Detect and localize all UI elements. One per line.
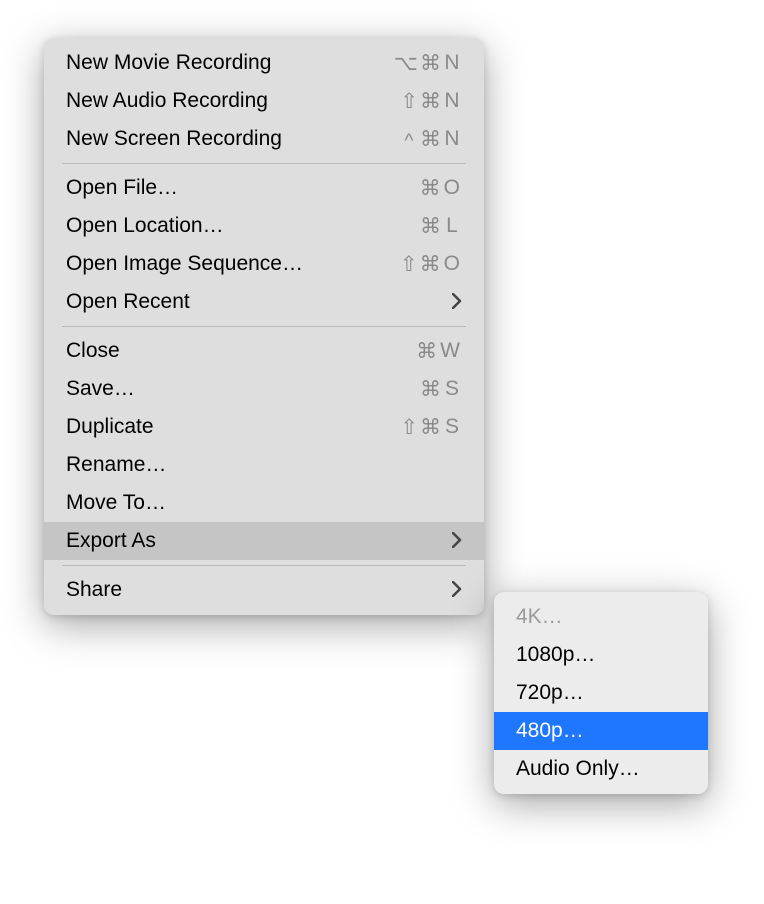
menu-item-open-location[interactable]: Open Location… ⌘ L [44,207,484,245]
menu-item-shortcut: ⇧⌘ O [400,252,462,277]
chevron-right-icon [452,577,462,603]
menu-item-label: Close [66,339,416,363]
submenu-item-480p[interactable]: 480p… [494,712,708,750]
menu-item-label: Rename… [66,453,462,477]
menu-item-new-audio-recording[interactable]: New Audio Recording ⇧⌘ N [44,82,484,120]
menu-item-shortcut: ⇧⌘ N [400,89,462,114]
menu-item-new-movie-recording[interactable]: New Movie Recording ⌥⌘ N [44,44,484,82]
menu-item-shortcut: ⌘ L [420,214,462,239]
submenu-item-4k: 4K… [494,598,708,636]
menu-item-shortcut: ⌘ S [420,377,462,402]
menu-item-shortcut: ^ ⌘ N [401,127,462,152]
menu-item-label: Export As [66,529,446,553]
menu-item-label: Open File… [66,176,420,200]
chevron-right-icon [452,289,462,315]
menu-item-label: 4K… [516,605,686,629]
menu-separator [62,326,466,327]
menu-item-shortcut: ⌘ O [420,176,462,201]
menu-item-label: Duplicate [66,415,400,439]
menu-item-export-as[interactable]: Export As [44,522,484,560]
menu-item-close[interactable]: Close ⌘ W [44,332,484,370]
menu-item-label: 1080p… [516,643,686,667]
menu-item-label: Open Image Sequence… [66,252,400,276]
menu-item-rename[interactable]: Rename… [44,446,484,484]
file-menu: New Movie Recording ⌥⌘ N New Audio Recor… [44,38,484,615]
menu-item-label: New Audio Recording [66,89,400,113]
submenu-item-audio-only[interactable]: Audio Only… [494,750,708,788]
menu-item-label: New Screen Recording [66,127,401,151]
submenu-item-1080p[interactable]: 1080p… [494,636,708,674]
menu-item-label: Share [66,578,446,602]
export-as-submenu: 4K… 1080p… 720p… 480p… Audio Only… [494,592,708,794]
menu-item-open-recent[interactable]: Open Recent [44,283,484,321]
chevron-right-icon [452,528,462,554]
menu-item-label: Save… [66,377,420,401]
submenu-item-720p[interactable]: 720p… [494,674,708,712]
menu-item-shortcut: ⌘ W [416,339,462,364]
menu-item-duplicate[interactable]: Duplicate ⇧⌘ S [44,408,484,446]
menu-item-new-screen-recording[interactable]: New Screen Recording ^ ⌘ N [44,120,484,158]
menu-item-save[interactable]: Save… ⌘ S [44,370,484,408]
menu-item-label: Move To… [66,491,462,515]
menu-item-label: Audio Only… [516,757,686,781]
menu-item-shortcut: ⇧⌘ S [400,415,462,440]
menu-item-label: Open Location… [66,214,420,238]
menu-item-label: Open Recent [66,290,446,314]
menu-item-open-file[interactable]: Open File… ⌘ O [44,169,484,207]
menu-item-open-image-sequence[interactable]: Open Image Sequence… ⇧⌘ O [44,245,484,283]
menu-item-share[interactable]: Share [44,571,484,609]
menu-item-label: 480p… [516,719,686,743]
menu-item-label: New Movie Recording [66,51,394,75]
menu-item-label: 720p… [516,681,686,705]
menu-separator [62,163,466,164]
menu-separator [62,565,466,566]
menu-item-move-to[interactable]: Move To… [44,484,484,522]
menu-item-shortcut: ⌥⌘ N [394,51,462,76]
